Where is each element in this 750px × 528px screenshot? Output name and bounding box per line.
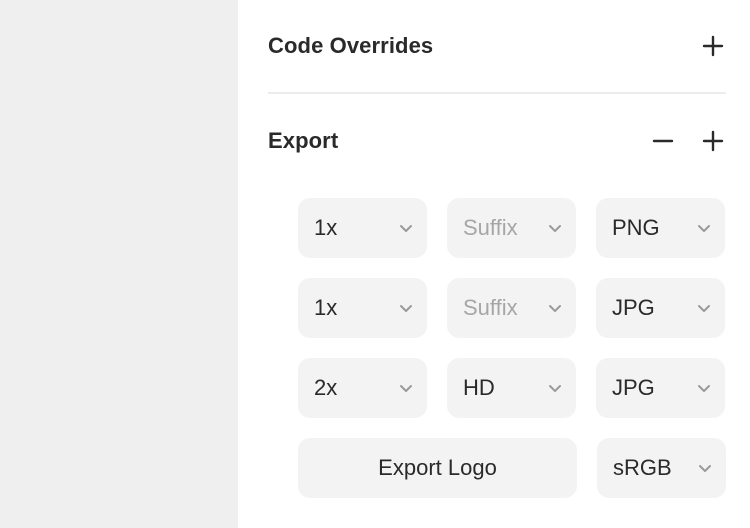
scale-select[interactable]: 1x bbox=[298, 278, 427, 338]
chevron-down-icon bbox=[697, 224, 711, 233]
scale-select[interactable]: 2x bbox=[298, 358, 427, 418]
format-select[interactable]: PNG bbox=[596, 198, 725, 258]
format-value: JPG bbox=[612, 295, 655, 320]
export-settings-grid: 1x PNG bbox=[298, 198, 726, 518]
section-divider bbox=[268, 92, 726, 94]
suffix-input[interactable] bbox=[463, 215, 543, 241]
chevron-down-icon bbox=[698, 464, 712, 473]
minus-icon[interactable] bbox=[650, 128, 676, 154]
color-profile-value: sRGB bbox=[613, 455, 672, 480]
scale-select[interactable]: 1x bbox=[298, 198, 427, 258]
plus-icon[interactable] bbox=[700, 33, 726, 59]
chevron-down-icon bbox=[697, 304, 711, 313]
export-footer-row: Export Logo sRGB bbox=[298, 438, 726, 498]
format-select[interactable]: JPG bbox=[596, 278, 725, 338]
export-header: Export bbox=[268, 121, 726, 161]
suffix-field[interactable] bbox=[447, 358, 576, 418]
export-title: Export bbox=[268, 128, 339, 153]
code-overrides-header: Code Overrides bbox=[268, 26, 726, 66]
code-overrides-actions bbox=[700, 33, 726, 59]
format-value: JPG bbox=[612, 375, 655, 400]
suffix-field[interactable] bbox=[447, 198, 576, 258]
export-row: 2x JPG bbox=[298, 358, 726, 418]
app-window: Code Overrides Export 1x Suffix PNG 1x S… bbox=[0, 0, 750, 528]
scale-value: 1x bbox=[314, 215, 338, 240]
format-select[interactable]: JPG bbox=[596, 358, 725, 418]
chevron-down-icon bbox=[548, 304, 562, 313]
chevron-down-icon bbox=[697, 384, 711, 393]
chevron-down-icon bbox=[548, 384, 562, 393]
scale-value: 2x bbox=[314, 375, 338, 400]
chevron-down-icon bbox=[548, 224, 562, 233]
code-overrides-title: Code Overrides bbox=[268, 33, 434, 58]
plus-icon[interactable] bbox=[700, 128, 726, 154]
canvas-area[interactable] bbox=[0, 0, 238, 528]
color-profile-select[interactable]: sRGB bbox=[597, 438, 726, 498]
chevron-down-icon bbox=[399, 384, 413, 393]
export-logo-button[interactable]: Export Logo bbox=[298, 438, 577, 498]
export-actions bbox=[650, 128, 726, 154]
chevron-down-icon bbox=[399, 304, 413, 313]
export-row: 1x JPG bbox=[298, 278, 726, 338]
suffix-field[interactable] bbox=[447, 278, 576, 338]
suffix-input[interactable] bbox=[463, 295, 543, 321]
export-row: 1x PNG bbox=[298, 198, 726, 258]
properties-panel: Code Overrides Export 1x Suffix PNG 1x S… bbox=[238, 0, 750, 528]
suffix-input[interactable] bbox=[463, 375, 543, 401]
format-value: PNG bbox=[612, 215, 660, 240]
scale-value: 1x bbox=[314, 295, 338, 320]
chevron-down-icon bbox=[399, 224, 413, 233]
